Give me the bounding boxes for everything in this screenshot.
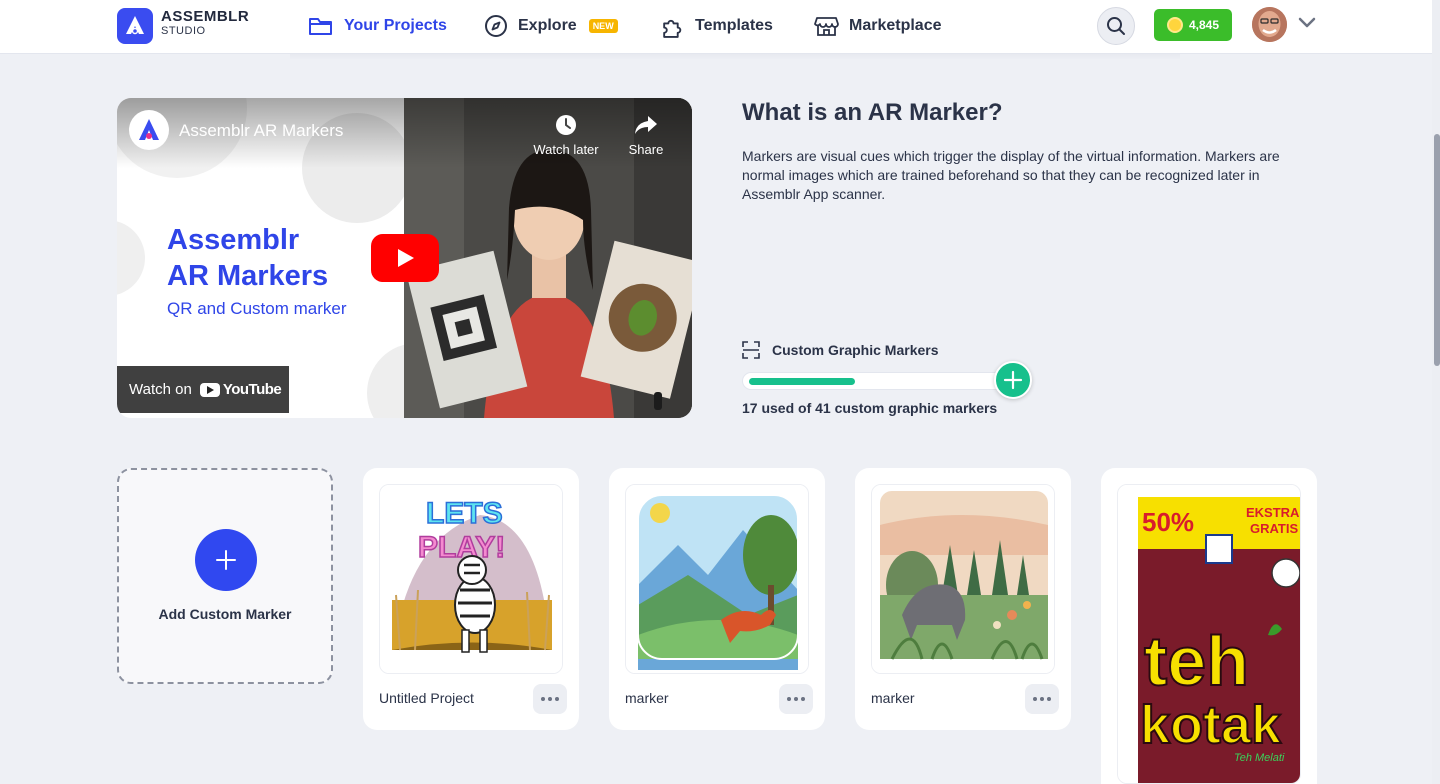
nav-templates-label: Templates [695, 17, 773, 34]
video-subline: QR and Custom marker [167, 299, 347, 318]
marker-thumbnail[interactable]: 50% EKSTRA GRATIS teh kotak Teh Melati [1117, 484, 1301, 784]
brand-title: ASSEMBLR [161, 8, 250, 25]
marker-card[interactable]: LETS PLAY! Untitled Project [363, 468, 579, 730]
info-description: Markers are visual cues which trigger th… [742, 148, 1280, 202]
assemblr-logo-icon[interactable] [117, 8, 153, 44]
coin-icon [1166, 17, 1183, 33]
avatar[interactable] [1252, 7, 1287, 42]
scrollbar-thumb[interactable] [1434, 134, 1440, 366]
nav-marketplace-label: Marketplace [849, 17, 942, 34]
scrollbar-track[interactable] [1432, 0, 1440, 784]
nav-shadow [290, 54, 1180, 60]
marker-name: marker [625, 690, 669, 706]
channel-avatar[interactable] [129, 110, 169, 150]
nav-templates[interactable]: Templates [660, 12, 773, 40]
lets-text: LETS [426, 497, 503, 530]
marker-card[interactable]: marker [855, 468, 1071, 730]
new-badge: NEW [588, 19, 618, 33]
add-custom-marker-label: Add Custom Marker [158, 606, 292, 622]
youtube-video-embed[interactable]: Assemblr AR Markers Watch later Share As… [117, 98, 692, 418]
watch-later-label: Watch later [533, 142, 599, 157]
marker-thumbnail[interactable]: LETS PLAY! [379, 484, 563, 674]
video-title[interactable]: Assemblr AR Markers [179, 121, 343, 141]
nav-your-projects-label: Your Projects [344, 17, 447, 34]
coin-balance[interactable]: 4,845 [1154, 9, 1232, 41]
youtube-play-icon [199, 382, 220, 397]
promo-text-1: EKSTRA [1246, 505, 1300, 520]
assemblr-channel-icon [139, 119, 159, 140]
folder-icon [309, 18, 332, 35]
share-label: Share [628, 142, 664, 157]
video-headline-line-1: Assemblr [167, 224, 300, 256]
scan-frame-icon [742, 341, 760, 359]
brand-text-1: teh [1144, 622, 1249, 700]
nav-marketplace[interactable]: Marketplace [814, 12, 942, 40]
youtube-logo: YouTube [199, 381, 282, 398]
add-custom-marker-button[interactable] [195, 529, 257, 591]
play-button[interactable] [371, 234, 439, 282]
add-marker-quota-button[interactable] [994, 361, 1032, 399]
marker-name: marker [871, 690, 915, 706]
video-headline-line-2: AR Markers [167, 260, 329, 292]
search-icon [1107, 17, 1125, 35]
nav-explore[interactable]: Explore NEW [484, 12, 618, 40]
custom-markers-label: Custom Graphic Markers [772, 342, 939, 358]
video-headline: Assemblr AR Markers [167, 222, 328, 294]
clock-icon [556, 115, 576, 135]
more-options-button[interactable] [533, 684, 567, 714]
chevron-down-icon[interactable] [1298, 17, 1316, 29]
custom-markers-heading: Custom Graphic Markers [742, 341, 939, 359]
discount-text: 50% [1142, 507, 1194, 537]
variant-text: Teh Melati [1234, 752, 1285, 764]
plus-icon [216, 550, 236, 570]
marker-usage-text: 17 used of 41 custom graphic markers [742, 400, 998, 416]
share-button[interactable]: Share [611, 112, 681, 157]
watch-on-label: Watch on [129, 381, 192, 398]
youtube-wordmark: YouTube [222, 381, 282, 398]
compass-icon [485, 15, 507, 37]
more-dots-icon [1033, 697, 1051, 701]
nav-your-projects[interactable]: Your Projects [308, 12, 447, 40]
play-icon [398, 249, 414, 267]
marker-card[interactable]: 50% EKSTRA GRATIS teh kotak Teh Melati [1101, 468, 1317, 784]
store-icon [814, 17, 839, 36]
more-options-button[interactable] [779, 684, 813, 714]
promo-text-2: GRATIS [1250, 521, 1298, 536]
page-title: What is an AR Marker? [742, 99, 1003, 126]
more-dots-icon [541, 697, 559, 701]
add-custom-marker-card[interactable]: Add Custom Marker [117, 468, 333, 684]
search-button[interactable] [1097, 7, 1135, 45]
marker-usage-progress [742, 372, 1010, 390]
brand-text-2: kotak [1140, 695, 1282, 755]
share-arrow-icon [635, 116, 657, 134]
marker-thumbnail[interactable] [625, 484, 809, 674]
marker-thumbnail[interactable] [871, 484, 1055, 674]
watch-later-button[interactable]: Watch later [531, 112, 601, 157]
more-options-button[interactable] [1025, 684, 1059, 714]
coin-count: 4,845 [1188, 18, 1220, 32]
plus-icon [1003, 370, 1023, 390]
brand-subtitle: STUDIO [161, 25, 206, 37]
marker-usage-progress-fill [749, 378, 855, 385]
brand-name[interactable]: ASSEMBLR STUDIO [161, 8, 249, 38]
marker-card[interactable]: marker [609, 468, 825, 730]
watch-on-youtube-button[interactable]: Watch on YouTube [117, 366, 289, 413]
marker-name: Untitled Project [379, 690, 474, 706]
top-nav: ASSEMBLR STUDIO Your Projects Explore NE… [0, 0, 1434, 54]
nav-explore-label: Explore [518, 17, 577, 34]
play-text: PLAY! [418, 531, 505, 564]
more-dots-icon [787, 697, 805, 701]
puzzle-icon [663, 19, 682, 38]
